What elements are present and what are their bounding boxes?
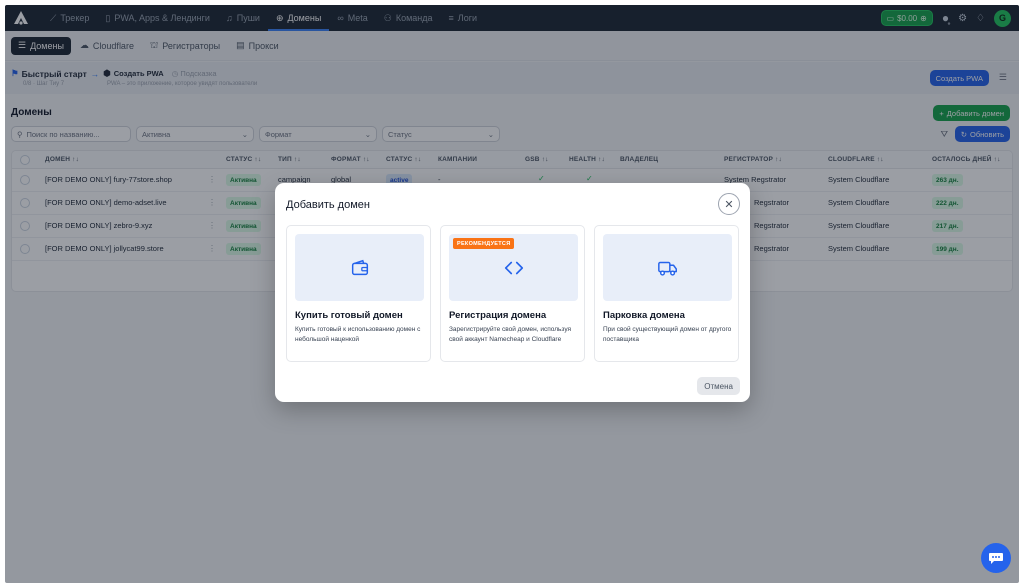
card-thumbnail [295,234,424,301]
truck-icon [657,261,677,276]
recommended-badge: РЕКОМЕНДУЕТСЯ [453,238,515,249]
wallet-icon [351,259,368,275]
card-title: Парковка домена [603,310,685,321]
add-domain-modal: Добавить домен ✕ Купить готовый домен Ку… [275,183,750,402]
app-window: ⟋ Трекер ▯ PWA, Apps & Лендинги ♫ Пуши ⊕ Дом… [5,5,1019,583]
card-description: При свой существующий домен от другого п… [603,326,732,343]
chat-support-button[interactable] [981,543,1011,573]
card-description: Зарегистрируйте свой домен, используя св… [449,326,572,343]
card-description: Купить готовый к использованию домен с н… [295,326,421,343]
code-icon [504,261,523,274]
buy-domain-card[interactable]: Купить готовый домен Купить готовый к ис… [286,225,431,362]
card-title: Купить готовый домен [295,310,403,321]
park-domain-card[interactable]: Парковка домена При свой существующий до… [594,225,739,362]
card-thumbnail [603,234,732,301]
close-icon: ✕ [724,198,734,211]
close-button[interactable]: ✕ [718,193,740,215]
register-domain-card[interactable]: РЕКОМЕНДУЕТСЯ Регистрация домена Зарегис… [440,225,585,362]
card-title: Регистрация домена [449,310,547,321]
chat-bubble-icon [989,553,1003,564]
modal-title: Добавить домен [286,199,370,211]
cancel-button[interactable]: Отмена [697,377,740,395]
